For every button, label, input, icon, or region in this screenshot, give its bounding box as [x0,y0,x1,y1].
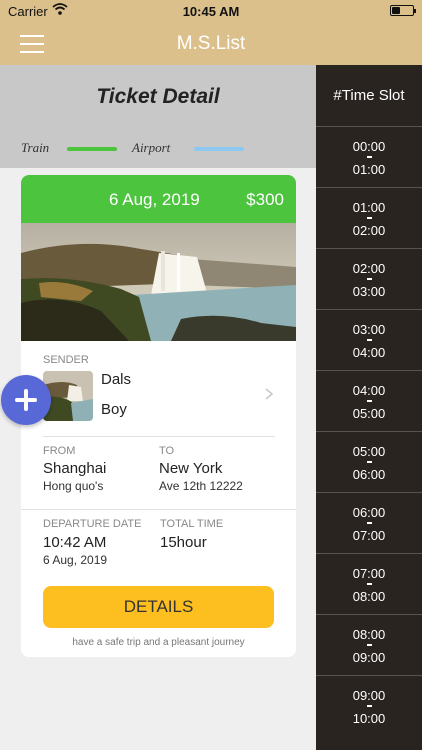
time-slot-panel: #Time Slot 00:00 01:00 01:00 02:00 02:00… [316,65,422,750]
time-slot[interactable]: 04:00 05:00 [316,370,422,431]
destination-photo [21,223,296,341]
slot-end: 07:00 [352,528,386,543]
time-slot[interactable]: 00:00 01:00 [316,126,422,187]
battery-icon [390,5,416,16]
from-label: FROM [43,445,76,457]
time-slot[interactable]: 03:00 04:00 [316,309,422,370]
slot-end: 04:00 [352,345,386,360]
slot-start: 09:00 [352,688,386,703]
total-time-value: 15hour [160,534,207,551]
slot-end: 09:00 [352,650,386,665]
slot-dash [367,339,372,341]
slot-start: 00:00 [352,139,386,154]
to-detail: Ave 12th 12222 [159,479,243,493]
slot-start: 04:00 [352,383,386,398]
slot-end: 05:00 [352,406,386,421]
ticket-header: Ticket Detail [0,65,316,126]
slot-dash [367,278,372,280]
slot-start: 05:00 [352,444,386,459]
slot-dash [367,461,372,463]
time-slot[interactable]: 09:00 10:00 [316,675,422,736]
divider [21,509,296,510]
slot-dash [367,644,372,646]
total-time-label: TOTAL TIME [160,518,224,530]
divider [43,436,275,437]
slot-end: 03:00 [352,284,386,299]
ticket-date: 6 Aug, 2019 [109,190,200,209]
status-bar: Carrier 10:45 AM [0,0,422,22]
details-button[interactable]: DETAILS [43,586,274,628]
plus-icon [24,389,28,411]
slot-end: 10:00 [352,711,386,726]
departure-time: 10:42 AM [43,534,107,551]
slot-start: 03:00 [352,322,386,337]
ticket-price: $300 [246,190,284,209]
slot-dash [367,705,372,707]
from-detail: Hong quo's [43,479,104,493]
legend-label-airport: Airport [132,140,171,155]
slot-end: 02:00 [352,223,386,238]
ticket-card: 6 Aug, 2019 $300 SENDER Dals Boy FROM Sh… [21,175,296,657]
chevron-right-icon[interactable] [262,387,276,401]
slot-dash [367,156,372,158]
legend-line-train [67,147,117,151]
legend-label-train: Train [21,140,50,155]
slot-start: 01:00 [352,200,386,215]
slot-start: 06:00 [352,505,386,520]
nav-bar: M.S.List [0,22,422,65]
slot-dash [367,400,372,402]
transport-legend: Train Airport [0,126,316,168]
status-time: 10:45 AM [182,4,240,19]
slot-start: 08:00 [352,627,386,642]
time-slot-header: #Time Slot [333,87,405,104]
legend-line-airport [194,147,244,151]
time-slot[interactable]: 01:00 02:00 [316,187,422,248]
time-slot[interactable]: 08:00 09:00 [316,614,422,675]
sender-first-name: Dals [101,371,132,388]
sender-last-name: Boy [101,401,127,418]
slot-dash [367,522,372,524]
slot-end: 01:00 [352,162,386,177]
slot-dash [367,583,372,585]
sender-label: SENDER [43,354,89,366]
to-label: TO [159,445,175,457]
add-button[interactable] [1,375,51,425]
slot-start: 02:00 [352,261,386,276]
time-slot[interactable]: 02:00 03:00 [316,248,422,309]
time-slot[interactable]: 07:00 08:00 [316,553,422,614]
time-slot[interactable]: 06:00 07:00 [316,492,422,553]
to-city: New York [159,460,223,477]
slot-dash [367,217,372,219]
time-slot[interactable]: 05:00 06:00 [316,431,422,492]
departure-label: DEPARTURE DATE [43,518,142,530]
slot-end: 08:00 [352,589,386,604]
from-city: Shanghai [43,460,107,477]
slot-start: 07:00 [352,566,386,581]
ticket-date-bar: 6 Aug, 2019 $300 [21,175,296,223]
footer-note: have a safe trip and a pleasant journey [72,637,245,648]
page-title: Ticket Detail [96,85,220,108]
departure-date: 6 Aug, 2019 [43,553,108,567]
nav-title: M.S.List [176,33,246,54]
slot-end: 06:00 [352,467,386,482]
